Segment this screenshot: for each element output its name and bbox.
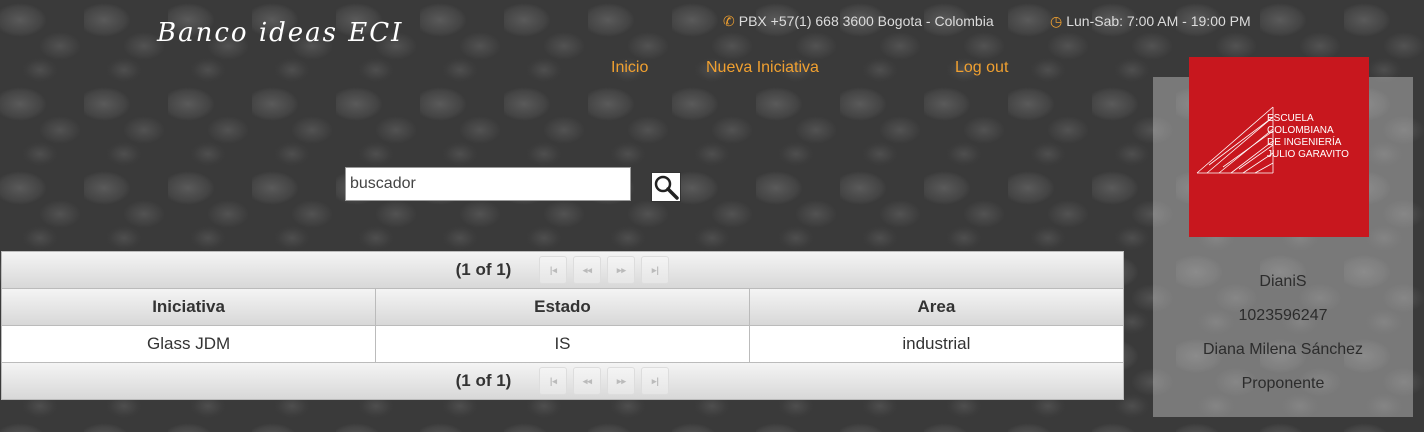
last-page-button[interactable]: ▸|	[641, 367, 670, 395]
search-icon	[654, 175, 679, 200]
next-page-button[interactable]: ▸▸	[607, 256, 636, 284]
user-id: 1023596247	[1238, 307, 1328, 324]
column-header-estado[interactable]: Estado	[375, 289, 750, 326]
pager-top: (1 of 1) |◂ ◂◂ ▸▸ ▸|	[2, 252, 1123, 289]
column-header-area[interactable]: Area	[749, 289, 1123, 326]
first-page-button[interactable]: |◂	[539, 256, 568, 284]
logo-text: ESCUELA COLOMBIANA DE INGENIERÍA JULIO G…	[1267, 113, 1367, 161]
cell-iniciativa: Glass JDM	[2, 325, 377, 362]
phone-icon: ✆	[723, 13, 735, 29]
logo-line: ESCUELA	[1267, 113, 1314, 124]
brand-title: Banco ideas ECI	[157, 18, 404, 48]
contact-hours: ◷ Lun-Sab: 7:00 AM - 19:00 PM	[1050, 13, 1251, 30]
pager-status: (1 of 1)	[455, 260, 512, 279]
clock-icon: ◷	[1050, 13, 1063, 29]
search-input[interactable]	[345, 167, 631, 201]
logo-line: JULIO GARAVITO	[1267, 149, 1349, 160]
logo-line: DE INGENIERÍA	[1267, 137, 1342, 148]
last-page-button[interactable]: ▸|	[641, 256, 670, 284]
phone-text: PBX +57(1) 668 3600 Bogota - Colombia	[738, 13, 994, 29]
nav-nueva-iniciativa[interactable]: Nueva Iniciativa	[706, 59, 819, 77]
nav-inicio[interactable]: Inicio	[611, 59, 648, 77]
cell-estado: IS	[375, 325, 750, 362]
nav-logout[interactable]: Log out	[955, 59, 1008, 77]
logo-line: COLOMBIANA	[1267, 125, 1334, 136]
column-header-iniciativa[interactable]: Iniciativa	[2, 289, 377, 326]
table-header-row: Iniciativa Estado Area	[2, 289, 1123, 326]
prev-page-button[interactable]: ◂◂	[573, 256, 602, 284]
user-role: Proponente	[1241, 375, 1325, 392]
initiatives-table: (1 of 1) |◂ ◂◂ ▸▸ ▸| Iniciativa Estado A…	[1, 251, 1124, 400]
hours-text: Lun-Sab: 7:00 AM - 19:00 PM	[1066, 13, 1251, 29]
cell-area: industrial	[902, 334, 971, 353]
pager-status: (1 of 1)	[455, 371, 512, 390]
user-full-name: Diana Milena Sánchez	[1202, 341, 1364, 358]
prev-page-button[interactable]: ◂◂	[573, 367, 602, 395]
user-username: DianiS	[1259, 273, 1307, 290]
pager-bottom: (1 of 1) |◂ ◂◂ ▸▸ ▸|	[2, 362, 1123, 399]
next-page-button[interactable]: ▸▸	[607, 367, 636, 395]
university-logo: ESCUELA COLOMBIANA DE INGENIERÍA JULIO G…	[1189, 57, 1369, 237]
table-row[interactable]: Glass JDM IS industrial	[2, 325, 1123, 362]
search-button[interactable]	[651, 172, 681, 202]
first-page-button[interactable]: |◂	[539, 367, 568, 395]
contact-phone: ✆ PBX +57(1) 668 3600 Bogota - Colombia	[723, 13, 994, 30]
